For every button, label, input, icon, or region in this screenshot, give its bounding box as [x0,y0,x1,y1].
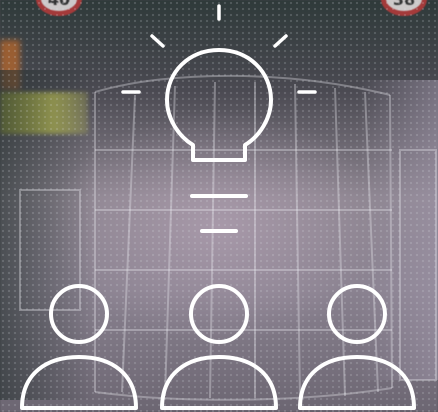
hero-image: 40 38 [0,0,438,412]
person-icon [298,284,416,410]
person-icon [160,284,278,410]
icon-illustration [20,4,416,410]
person-icon [20,284,138,410]
lightbulb-icon [165,48,273,233]
